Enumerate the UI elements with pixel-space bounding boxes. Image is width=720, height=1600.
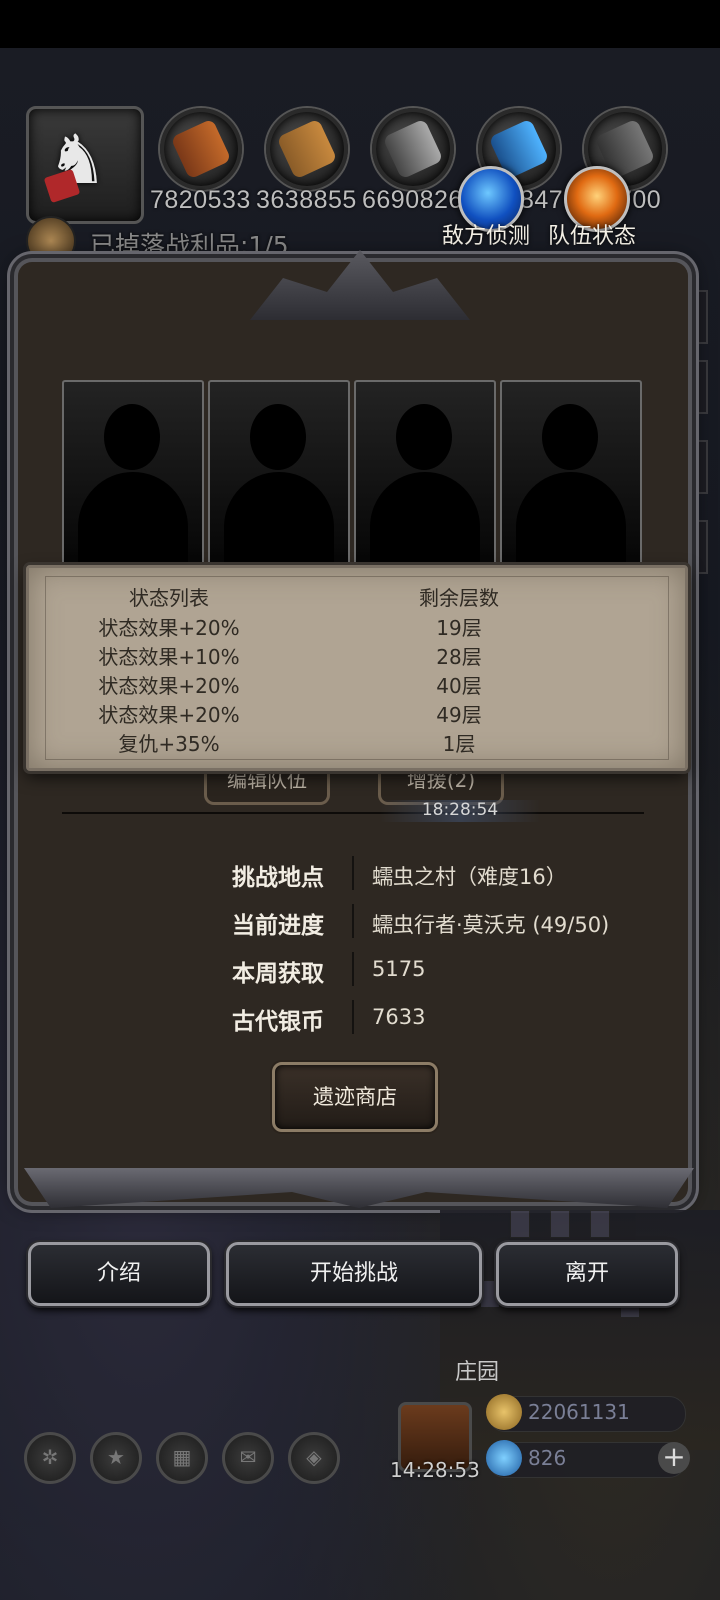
settings-icon[interactable]: ✲ <box>24 1432 76 1484</box>
status-effect: 状态效果+20% <box>98 674 240 698</box>
wood-icon <box>160 108 242 190</box>
divider <box>62 812 644 814</box>
info-separator <box>352 1000 354 1034</box>
intro-button[interactable]: 介绍 <box>28 1242 210 1306</box>
gold-amount: 22061131 <box>528 1400 630 1424</box>
status-header-row: 状态列表 剩余层数 <box>29 582 685 612</box>
hero-slot-1[interactable] <box>62 380 204 574</box>
tower-icon[interactable]: ▦ <box>156 1432 208 1484</box>
status-row: 状态效果+20% 49层 <box>29 699 685 729</box>
manor-label: 庄园 <box>455 1360 500 1385</box>
weekly-label: 本周获取 <box>232 961 324 987</box>
status-effect: 复仇+35% <box>118 732 220 756</box>
scout-label[interactable]: 敌方侦测 <box>442 218 530 250</box>
loot-icon <box>26 216 76 266</box>
gift-timer: 14:28:53 <box>390 1458 480 1482</box>
mail-icon[interactable]: ✉ <box>222 1432 274 1484</box>
team-timer: 18:28:54 <box>380 800 540 822</box>
status-effect: 状态效果+20% <box>98 616 240 640</box>
gold-icon <box>486 1394 522 1430</box>
iron-amount: 6690826 <box>362 186 463 214</box>
gem-icon <box>486 1440 522 1476</box>
coin-label: 古代银币 <box>232 1009 324 1035</box>
gem-amount: 826 <box>528 1446 567 1470</box>
plank-icon <box>266 108 348 190</box>
hero-slot-3[interactable] <box>354 380 496 574</box>
hero-slot-2[interactable] <box>208 380 350 574</box>
plank-amount: 3638855 <box>256 186 357 214</box>
panel-frame-bottom <box>24 1168 694 1208</box>
status-row: 状态效果+20% 40层 <box>29 670 685 700</box>
coin-value: 7633 <box>372 1005 426 1029</box>
status-layers: 28层 <box>436 645 482 669</box>
info-separator <box>352 904 354 938</box>
progress-label: 当前进度 <box>232 913 324 939</box>
status-row: 状态效果+20% 19层 <box>29 612 685 642</box>
status-layers: 1层 <box>442 732 476 756</box>
player-avatar[interactable]: ♞ <box>26 106 144 224</box>
team-status-label[interactable]: 队伍状态 <box>548 218 636 250</box>
status-layers: 40层 <box>436 674 482 698</box>
remaining-layers-header: 剩余层数 <box>419 586 499 610</box>
start-challenge-button[interactable]: 开始挑战 <box>226 1242 482 1306</box>
hero-slot-4[interactable] <box>500 380 642 574</box>
location-value: 蠕虫之村（难度16） <box>372 865 567 889</box>
progress-value: 蠕虫行者·莫沃克 (49/50) <box>372 913 610 937</box>
loot-progress: 已掉落战利品:1/5 <box>90 231 289 260</box>
status-row: 复仇+35% 1层 <box>29 728 685 758</box>
crystal-amount: 847 <box>520 186 564 214</box>
location-label: 挑战地点 <box>232 865 324 891</box>
status-bar <box>0 0 720 48</box>
leave-button[interactable]: 离开 <box>496 1242 678 1306</box>
status-layers: 49层 <box>436 703 482 727</box>
status-effect: 状态效果+20% <box>98 703 240 727</box>
star-icon[interactable]: ★ <box>90 1432 142 1484</box>
relic-shop-button[interactable]: 遗迹商店 <box>272 1062 438 1132</box>
weekly-value: 5175 <box>372 957 426 981</box>
status-list-header: 状态列表 <box>129 586 209 610</box>
status-layers: 19层 <box>436 616 482 640</box>
wood-amount: 7820533 <box>150 186 251 214</box>
status-effect: 状态效果+10% <box>98 645 240 669</box>
info-separator <box>352 952 354 986</box>
helmet-icon[interactable]: ◈ <box>288 1432 340 1484</box>
iron-icon <box>372 108 454 190</box>
status-popup: 状态列表 剩余层数 状态效果+20% 19层 状态效果+10% 28层 状态效果… <box>26 565 688 771</box>
status-row: 状态效果+10% 28层 <box>29 641 685 671</box>
info-separator <box>352 856 354 890</box>
add-gems-button[interactable]: + <box>658 1442 690 1474</box>
edit-team-button[interactable]: 编辑队伍 <box>204 766 330 805</box>
